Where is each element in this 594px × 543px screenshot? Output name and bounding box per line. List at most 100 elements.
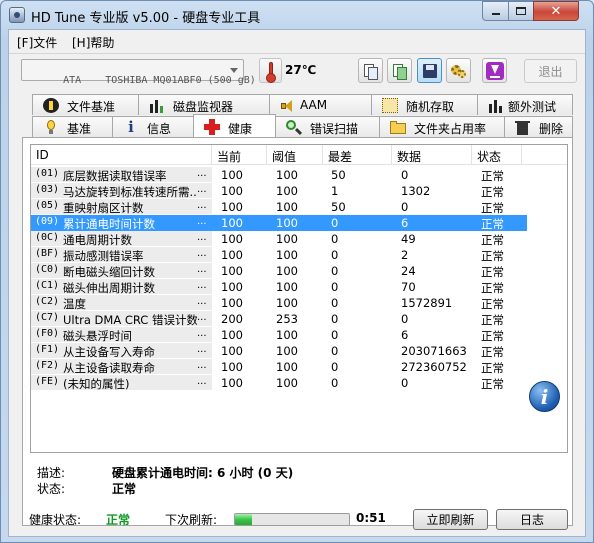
attribute-id-cell: (0C) 通电周期计数... xyxy=(31,231,212,246)
truncation-dots: ... xyxy=(197,360,207,371)
table-row[interactable]: (C0) 断电磁头缩回计数... 100 100 0 24 正常 xyxy=(31,263,527,279)
maximize-button[interactable] xyxy=(508,1,534,21)
attribute-name: 从主设备写入寿命 xyxy=(63,345,155,358)
attribute-code: (01) xyxy=(35,168,60,179)
column-current[interactable]: 当前 xyxy=(212,145,267,164)
cell-current: 100 xyxy=(221,232,243,246)
truncation-dots: ... xyxy=(197,248,207,259)
table-row[interactable]: (BF) 振动感测错误率... 100 100 0 2 正常 xyxy=(31,247,527,263)
attribute-id-cell: (F0) 磁头悬浮时间... xyxy=(31,327,212,342)
health-panel: ID 当前 阈值 最差 数据 状态 (01) 底层数据读取错误率... 100 100… xyxy=(22,137,573,526)
smart-attributes-table[interactable]: ID 当前 阈值 最差 数据 状态 (01) 底层数据读取错误率... 100 100… xyxy=(30,144,568,453)
tab-disk-monitor[interactable]: 磁盘监视器 xyxy=(138,94,270,115)
table-row[interactable]: (C2) 温度... 100 100 0 1572891 正常 xyxy=(31,295,527,311)
cell-status: 正常 xyxy=(481,233,504,247)
truncation-dots: ... xyxy=(197,376,207,387)
attribute-id-cell: (03) 马达旋转到标准转速所需...... xyxy=(31,183,212,198)
tab-random-access[interactable]: 随机存取 xyxy=(371,94,478,115)
table-row[interactable]: (0C) 通电周期计数... 100 100 0 49 正常 xyxy=(31,231,527,247)
dropdown-arrow-icon xyxy=(230,68,238,73)
title-bar[interactable]: HD Tune 专业版 v5.00 - 硬盘专业工具 ✕ xyxy=(1,1,593,29)
menu-bar: [F]文件 [H]帮助 xyxy=(9,30,585,52)
cell-worst: 0 xyxy=(331,360,339,374)
attribute-name: 底层数据读取错误率 xyxy=(63,169,167,182)
close-button[interactable]: ✕ xyxy=(533,1,579,21)
cell-current: 100 xyxy=(221,216,243,230)
table-row[interactable]: (03) 马达旋转到标准转速所需...... 100 100 1 1302 正常 xyxy=(31,183,527,199)
options-button[interactable] xyxy=(446,58,471,83)
cell-current: 100 xyxy=(221,360,243,374)
cell-data: 1572891 xyxy=(401,296,453,310)
cell-worst: 0 xyxy=(331,344,339,358)
refresh-now-button[interactable]: 立即刷新 xyxy=(413,509,488,530)
tab-extra-tests[interactable]: 额外测试 xyxy=(477,94,573,115)
download-button[interactable] xyxy=(482,58,507,83)
folder-icon xyxy=(390,120,406,135)
tab-folder-usage[interactable]: 文件夹占用率 xyxy=(379,116,505,137)
cell-threshold: 100 xyxy=(276,280,298,294)
column-status[interactable]: 状态 xyxy=(472,145,522,164)
cell-data: 272360752 xyxy=(401,360,467,374)
tab-info[interactable]: i 信息 xyxy=(112,116,194,137)
attribute-name: 从主设备读取寿命 xyxy=(63,361,155,374)
tab-aam[interactable]: AAM xyxy=(269,94,372,115)
table-row[interactable]: (F0) 磁头悬浮时间... 100 100 0 6 正常 xyxy=(31,327,527,343)
attribute-id-cell: (01) 底层数据读取错误率... xyxy=(31,167,212,182)
magnifier-icon xyxy=(286,120,303,136)
table-row[interactable]: (FE) (未知的属性)... 100 100 0 0 正常 xyxy=(31,375,527,391)
tab-delete[interactable]: 删除 xyxy=(504,116,573,137)
truncation-dots: ... xyxy=(197,168,207,179)
app-icon xyxy=(9,7,25,23)
table-row[interactable]: (05) 重映射扇区计数... 100 100 50 0 正常 xyxy=(31,199,527,215)
table-row[interactable]: (C1) 磁头伸出周期计数... 100 100 0 70 正常 xyxy=(31,279,527,295)
menu-file[interactable]: [F]文件 xyxy=(17,34,57,51)
truncation-dots: ... xyxy=(197,216,207,227)
tab-file-benchmark[interactable]: 文件基准 xyxy=(32,94,139,115)
attribute-name: 断电磁头缩回计数 xyxy=(63,265,155,278)
table-row[interactable]: (01) 底层数据读取错误率... 100 100 50 0 正常 xyxy=(31,167,527,183)
cell-worst: 0 xyxy=(331,248,339,262)
truncation-dots: ... xyxy=(197,344,207,355)
truncation-dots: ... xyxy=(197,328,207,339)
cell-threshold: 100 xyxy=(276,232,298,246)
column-worst[interactable]: 最差 xyxy=(323,145,392,164)
table-row[interactable]: (F1) 从主设备写入寿命... 100 100 0 203071663 正常 xyxy=(31,343,527,359)
info-button-icon[interactable]: i xyxy=(529,381,560,412)
minimize-button[interactable] xyxy=(482,1,509,21)
cell-status: 正常 xyxy=(481,345,504,359)
cell-worst: 1 xyxy=(331,184,339,198)
attribute-code: (C0) xyxy=(35,264,60,275)
truncation-dots: ... xyxy=(197,200,207,211)
tab-error-scan[interactable]: 错误扫描 xyxy=(275,116,380,137)
cell-data: 0 xyxy=(401,200,409,214)
truncation-dots: ... xyxy=(197,312,207,323)
copy-text-button[interactable] xyxy=(358,58,383,83)
cell-status: 正常 xyxy=(481,201,504,215)
tab-health[interactable]: 健康 xyxy=(193,114,276,137)
cell-threshold: 100 xyxy=(276,344,298,358)
drive-select[interactable]: ATA TOSHIBA MQ01ABF0 (500 gB) xyxy=(21,59,256,86)
log-button[interactable]: 日志 xyxy=(496,509,568,530)
exit-button[interactable]: 退出 xyxy=(524,59,577,83)
tab-benchmark[interactable]: 基准 xyxy=(32,116,113,137)
column-data[interactable]: 数据 xyxy=(392,145,472,164)
next-refresh-label: 下次刷新: xyxy=(165,513,218,527)
table-row[interactable]: (C7) Ultra DMA CRC 错误计数... 200 253 0 0 正常 xyxy=(31,311,527,327)
attribute-code: (0C) xyxy=(35,232,60,243)
description-label: 描述: xyxy=(37,466,66,480)
table-header: ID 当前 阈值 最差 数据 状态 xyxy=(31,145,567,165)
table-row[interactable]: (F2) 从主设备读取寿命... 100 100 0 272360752 正常 xyxy=(31,359,527,375)
column-threshold[interactable]: 阈值 xyxy=(267,145,323,164)
column-id[interactable]: ID xyxy=(31,145,212,164)
table-row[interactable]: (09) 累计通电时间计数... 100 100 0 6 正常 xyxy=(31,215,527,231)
save-button[interactable] xyxy=(417,58,442,83)
health-status-value: 正常 xyxy=(106,513,131,527)
attribute-id-cell: (C0) 断电磁头缩回计数... xyxy=(31,263,212,278)
close-icon: ✕ xyxy=(550,3,562,19)
app-window: HD Tune 专业版 v5.00 - 硬盘专业工具 ✕ [F]文件 [H]帮助… xyxy=(0,0,594,543)
menu-help[interactable]: [H]帮助 xyxy=(72,34,114,51)
cell-status: 正常 xyxy=(481,185,504,199)
attribute-name: 振动感测错误率 xyxy=(63,249,144,262)
cell-threshold: 253 xyxy=(276,312,298,326)
copy-screenshot-button[interactable] xyxy=(387,58,412,83)
